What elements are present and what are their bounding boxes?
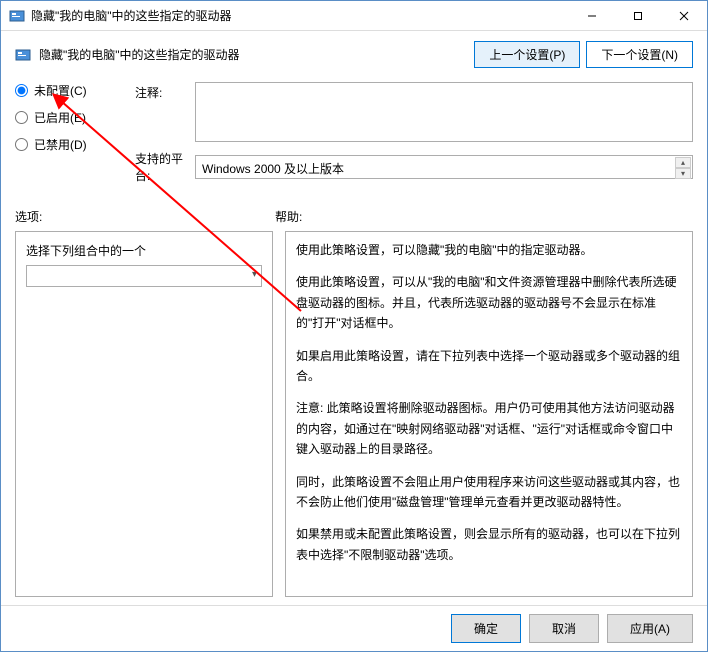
options-label: 选项: (15, 208, 275, 225)
apply-button[interactable]: 应用(A) (607, 614, 693, 643)
close-button[interactable] (661, 1, 707, 31)
help-p4: 注意: 此策略设置将删除驱动器图标。用户仍可使用其他方法访问驱动器的内容，如通过… (296, 398, 682, 459)
top-row: 未配置(C) 已启用(E) 已禁用(D) 注释: 支持的平台: (15, 82, 693, 184)
options-select-label: 选择下列组合中的一个 (26, 242, 262, 259)
header-row: 隐藏"我的电脑"中的这些指定的驱动器 上一个设置(P) 下一个设置(N) (1, 31, 707, 78)
right-column: 注释: 支持的平台: Windows 2000 及以上版本 ▴▾ (135, 82, 693, 184)
window-controls (569, 1, 707, 31)
platform-label: 支持的平台: (135, 150, 195, 184)
help-label: 帮助: (275, 208, 693, 225)
radio-enabled[interactable]: 已启用(E) (15, 109, 135, 126)
policy-icon (9, 8, 25, 24)
radio-enabled-label: 已启用(E) (34, 109, 86, 126)
comment-textarea[interactable] (195, 82, 693, 142)
dialog-window: 隐藏"我的电脑"中的这些指定的驱动器 隐藏"我的电脑"中的这些指定的驱动器 上一… (0, 0, 708, 652)
window-title: 隐藏"我的电脑"中的这些指定的驱动器 (31, 7, 569, 24)
footer: 确定 取消 应用(A) (1, 605, 707, 651)
cancel-button[interactable]: 取消 (529, 614, 599, 643)
help-p3: 如果启用此策略设置，请在下拉列表中选择一个驱动器或多个驱动器的组合。 (296, 346, 682, 387)
next-setting-button[interactable]: 下一个设置(N) (586, 41, 693, 68)
maximize-button[interactable] (615, 1, 661, 31)
comment-row: 注释: (135, 82, 693, 142)
radio-not-configured-label: 未配置(C) (34, 82, 87, 99)
radio-group: 未配置(C) 已启用(E) 已禁用(D) (15, 82, 135, 184)
policy-title: 隐藏"我的电脑"中的这些指定的驱动器 (39, 46, 474, 63)
help-p1: 使用此策略设置，可以隐藏"我的电脑"中的指定驱动器。 (296, 240, 682, 260)
content-area: 未配置(C) 已启用(E) 已禁用(D) 注释: 支持的平台: (1, 78, 707, 605)
titlebar: 隐藏"我的电脑"中的这些指定的驱动器 (1, 1, 707, 31)
previous-setting-button[interactable]: 上一个设置(P) (474, 41, 580, 68)
comment-label: 注释: (135, 82, 195, 142)
platform-box: Windows 2000 及以上版本 ▴▾ (195, 155, 693, 179)
radio-not-configured[interactable]: 未配置(C) (15, 82, 135, 99)
radio-not-configured-input[interactable] (15, 84, 28, 97)
drive-combo[interactable] (26, 265, 262, 287)
section-labels: 选项: 帮助: (15, 208, 693, 225)
main-row: 选择下列组合中的一个 使用此策略设置，可以隐藏"我的电脑"中的指定驱动器。 使用… (15, 231, 693, 597)
policy-icon (15, 47, 31, 63)
help-p2: 使用此策略设置，可以从"我的电脑"和文件资源管理器中删除代表所选硬盘驱动器的图标… (296, 272, 682, 333)
help-p6: 如果禁用或未配置此策略设置，则会显示所有的驱动器，也可以在下拉列表中选择"不限制… (296, 524, 682, 565)
nav-buttons: 上一个设置(P) 下一个设置(N) (474, 41, 693, 68)
help-panel: 使用此策略设置，可以隐藏"我的电脑"中的指定驱动器。 使用此策略设置，可以从"我… (285, 231, 693, 597)
platform-row: 支持的平台: Windows 2000 及以上版本 ▴▾ (135, 150, 693, 184)
radio-enabled-input[interactable] (15, 111, 28, 124)
ok-button[interactable]: 确定 (451, 614, 521, 643)
platform-value: Windows 2000 及以上版本 (202, 162, 344, 176)
options-panel: 选择下列组合中的一个 (15, 231, 273, 597)
radio-disabled-input[interactable] (15, 138, 28, 151)
minimize-button[interactable] (569, 1, 615, 31)
help-p5: 同时，此策略设置不会阻止用户使用程序来访问这些驱动器或其内容，也不会防止他们使用… (296, 472, 682, 513)
radio-disabled-label: 已禁用(D) (34, 136, 87, 153)
platform-scroll[interactable]: ▴▾ (675, 157, 691, 177)
radio-disabled[interactable]: 已禁用(D) (15, 136, 135, 153)
